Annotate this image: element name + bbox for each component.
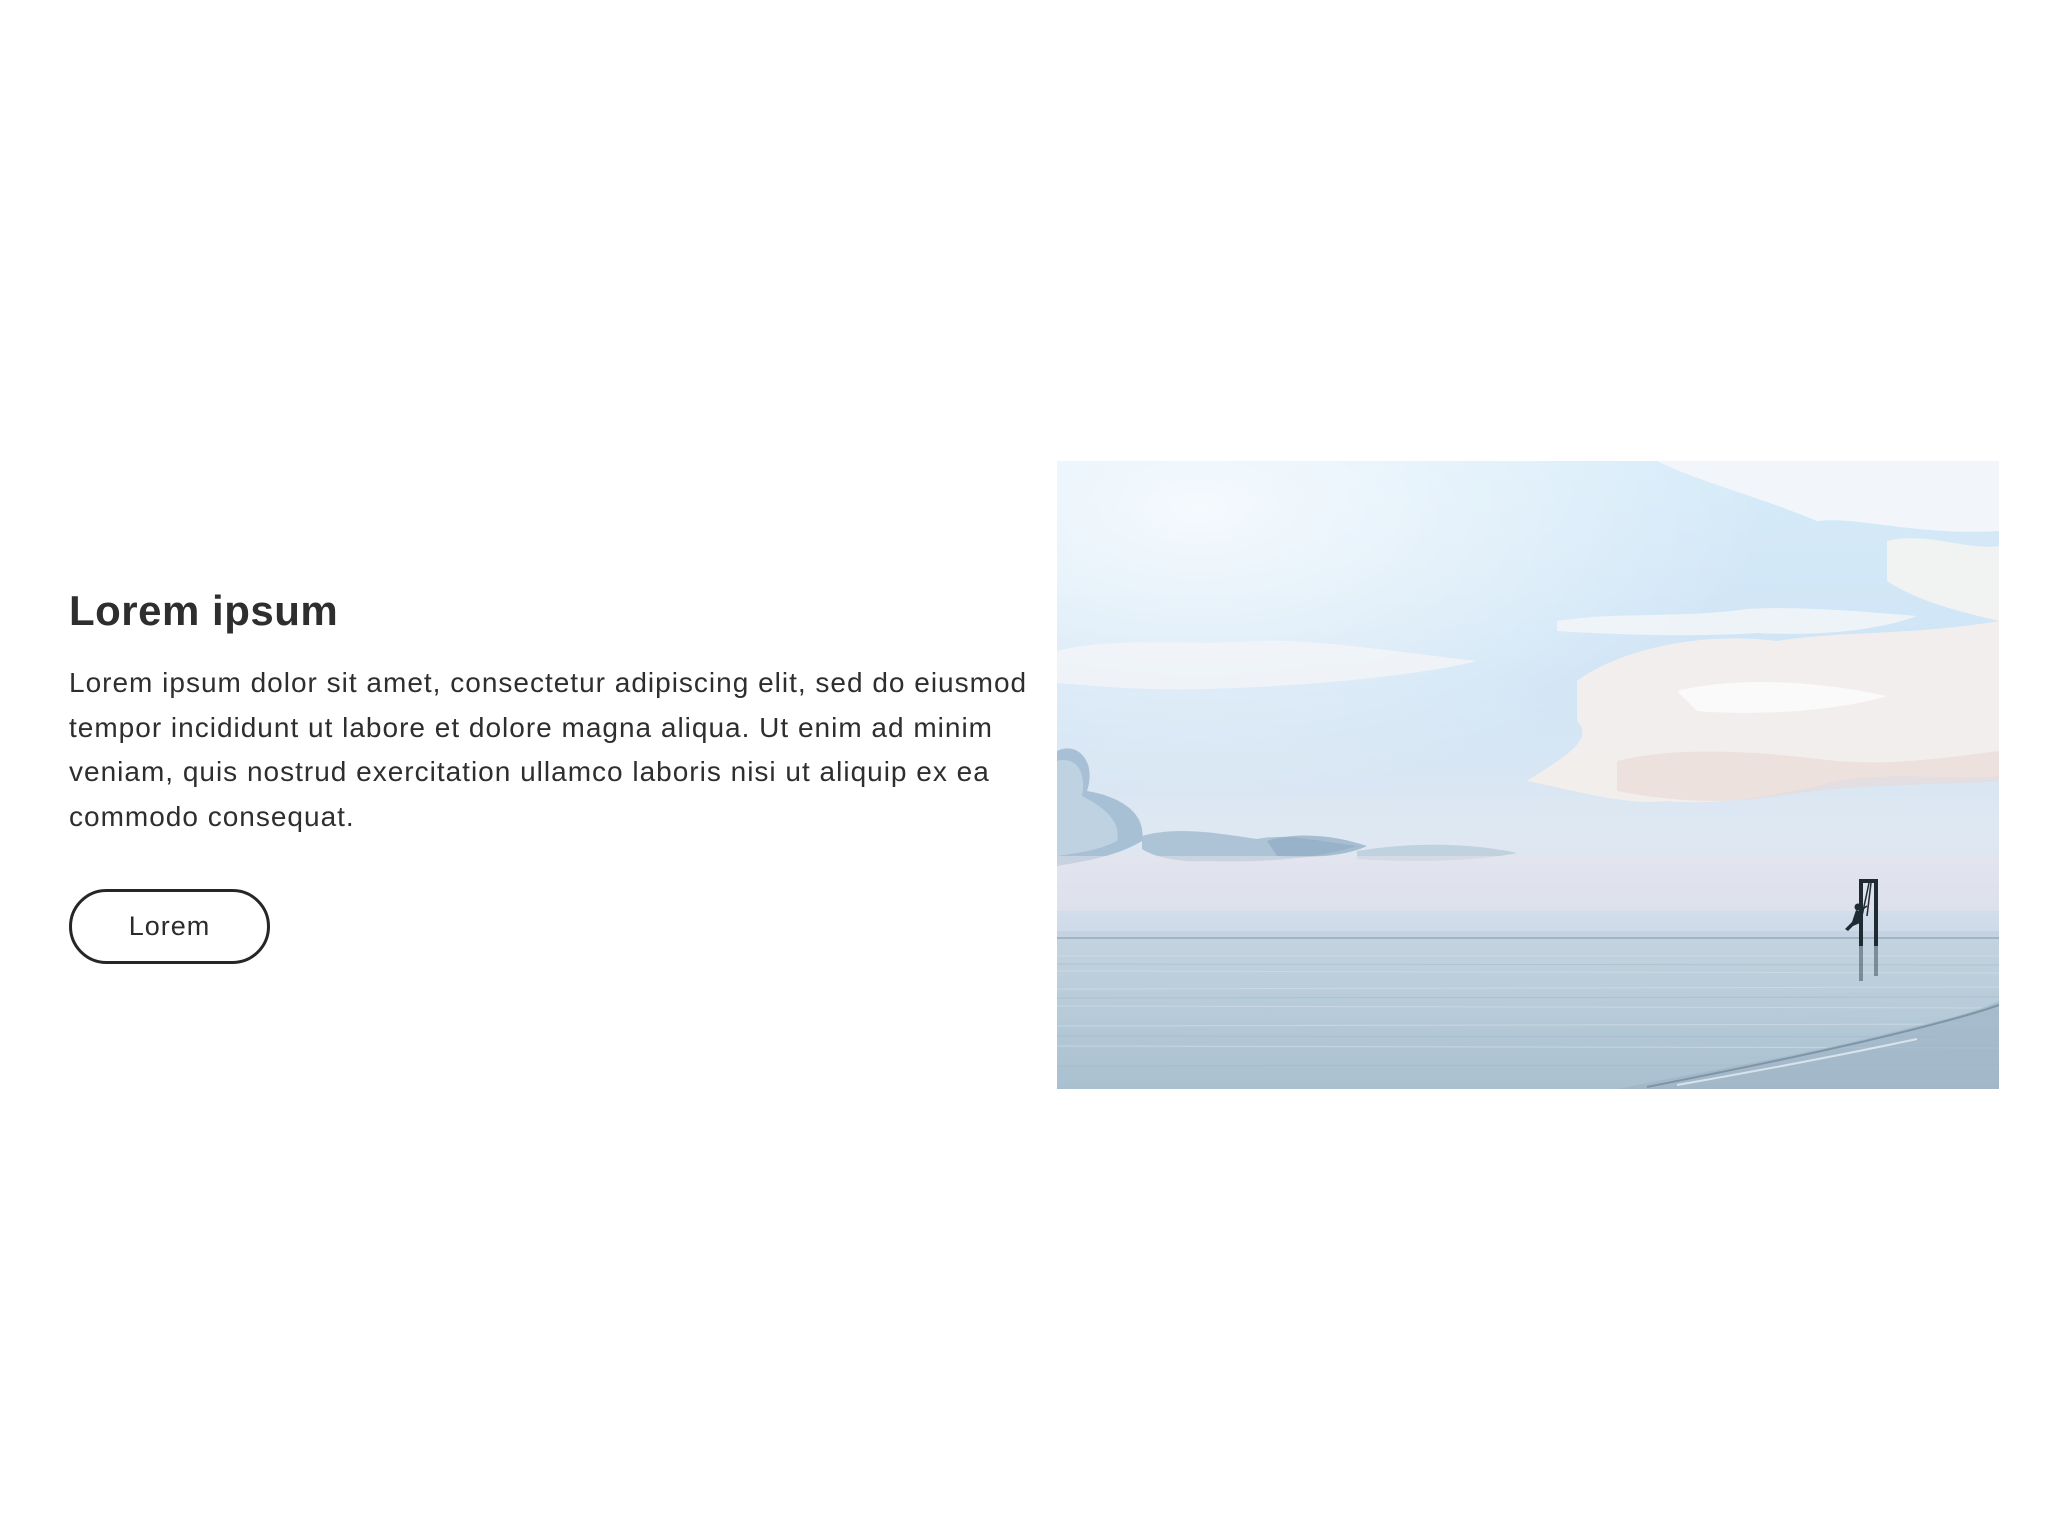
seascape-photo [1057, 461, 1999, 1089]
hero-section: Lorem ipsum Lorem ipsum dolor sit amet, … [0, 0, 2048, 1536]
section-heading: Lorem ipsum [69, 587, 339, 634]
text-block: Lorem ipsum Lorem ipsum dolor sit amet, … [69, 575, 1029, 964]
seascape-image [1057, 461, 1999, 1089]
section-body-text: Lorem ipsum dolor sit amet, consectetur … [69, 667, 1028, 832]
lorem-button[interactable]: Lorem [69, 889, 270, 964]
